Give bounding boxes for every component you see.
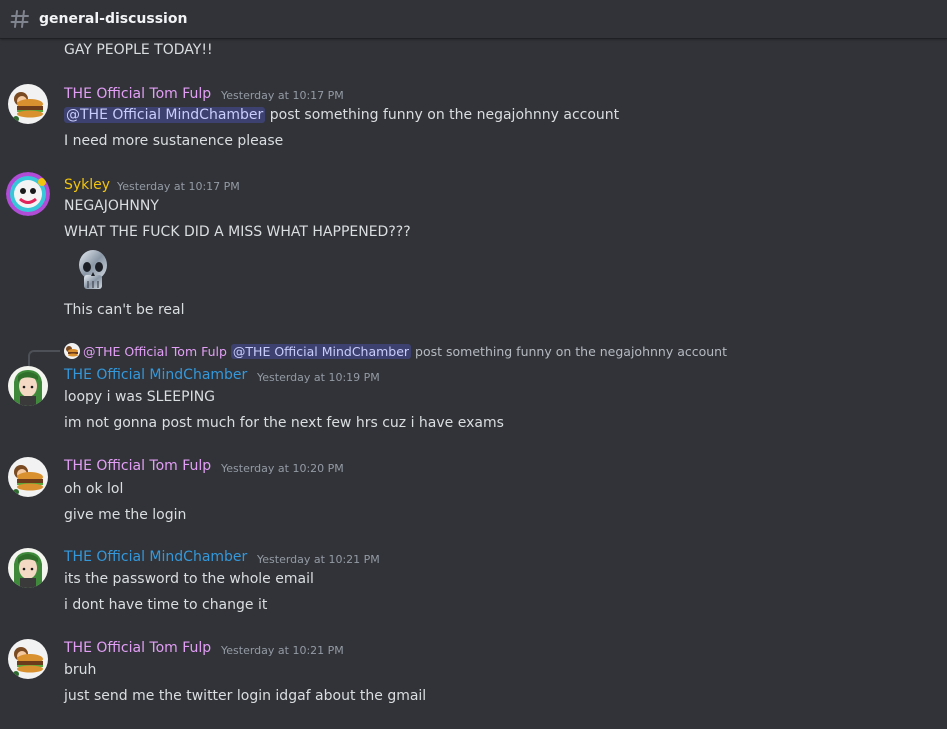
skull-emoji[interactable] — [74, 247, 112, 295]
message-timestamp: Yesterday at 10:17 PM — [117, 180, 240, 193]
message-author[interactable]: THE Official Tom Fulp — [64, 458, 211, 474]
message-line: im not gonna post much for the next few … — [64, 415, 504, 431]
message-timestamp: Yesterday at 10:17 PM — [221, 89, 344, 102]
reply-author[interactable]: @THE Official Tom Fulp — [83, 344, 227, 359]
user-avatar[interactable] — [8, 84, 48, 124]
burger-avatar-icon — [8, 457, 48, 497]
message-timestamp: Yesterday at 10:20 PM — [221, 462, 344, 475]
user-avatar[interactable] — [8, 548, 48, 588]
message-author[interactable]: THE Official MindChamber — [64, 549, 247, 565]
channel-header: general-discussion — [0, 0, 947, 39]
user-mention[interactable]: @THE Official MindChamber — [64, 107, 266, 123]
message-author[interactable]: Sykley — [64, 177, 110, 193]
message-line: loopy i was SLEEPING — [64, 389, 216, 405]
reply-preview[interactable]: @THE Official Tom Fulp @THE Official Min… — [83, 344, 727, 359]
user-mention[interactable]: @THE Official MindChamber — [230, 344, 412, 359]
message-line: NEGAJOHNNY — [64, 198, 159, 214]
message-text: post something funny on the negajohnny a… — [265, 107, 620, 123]
message-line: bruh — [64, 662, 97, 678]
green-hair-avatar-icon — [8, 366, 48, 406]
message-author[interactable]: THE Official Tom Fulp — [64, 86, 211, 102]
message-line: just send me the twitter login idgaf abo… — [64, 688, 427, 704]
message-line: GAY PEOPLE TODAY!! — [64, 42, 213, 58]
message-line: its the password to the whole email — [64, 571, 314, 587]
reply-spine — [28, 350, 60, 366]
green-hair-avatar-icon — [8, 548, 48, 588]
reply-avatar[interactable] — [64, 343, 80, 359]
message-line: oh ok lol — [64, 481, 124, 497]
skull-icon — [79, 250, 107, 289]
message-author[interactable]: THE Official Tom Fulp — [64, 640, 211, 656]
burger-avatar-icon — [64, 343, 80, 359]
message-line: This can't be real — [64, 302, 185, 318]
channel-title: general-discussion — [39, 11, 188, 27]
user-avatar[interactable] — [8, 457, 48, 497]
user-avatar[interactable] — [8, 366, 48, 406]
message-line: I need more sustanence please — [64, 133, 284, 149]
message-line: @THE Official MindChamber post something… — [64, 107, 619, 123]
message-timestamp: Yesterday at 10:19 PM — [257, 371, 380, 384]
hash-icon — [10, 10, 29, 28]
message-line: give me the login — [64, 507, 187, 523]
message-line: WHAT THE FUCK DID A MISS WHAT HAPPENED??… — [64, 224, 411, 240]
message-timestamp: Yesterday at 10:21 PM — [221, 644, 344, 657]
message-line: i dont have time to change it — [64, 597, 268, 613]
user-avatar[interactable] — [8, 639, 48, 679]
clown-avatar-icon — [6, 172, 50, 216]
burger-avatar-icon — [8, 639, 48, 679]
message-list: GAY PEOPLE TODAY!! THE Official Tom Fulp… — [0, 0, 947, 729]
message-author[interactable]: THE Official MindChamber — [64, 367, 247, 383]
user-avatar[interactable] — [6, 172, 50, 216]
burger-avatar-icon — [8, 84, 48, 124]
message-timestamp: Yesterday at 10:21 PM — [257, 553, 380, 566]
reply-text: post something funny on the negajohnny a… — [411, 344, 728, 359]
